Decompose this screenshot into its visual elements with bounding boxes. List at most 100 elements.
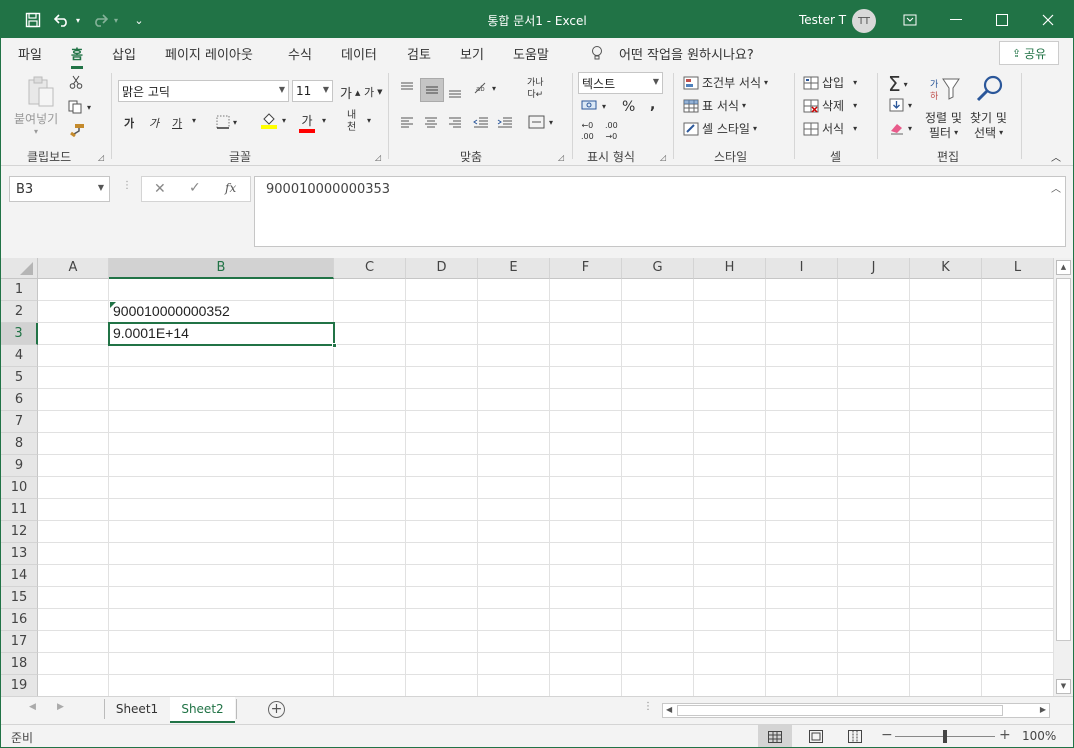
column-header-c[interactable]: C: [334, 258, 406, 279]
zoom-level[interactable]: 100%: [1022, 729, 1056, 743]
user-name[interactable]: Tester T: [799, 13, 846, 27]
row-header-12[interactable]: 12: [1, 521, 38, 543]
row-header-16[interactable]: 16: [1, 609, 38, 631]
phonetic-dropdown-icon[interactable]: ▾: [367, 116, 371, 125]
row-header-18[interactable]: 18: [1, 653, 38, 675]
align-middle-icon[interactable]: [420, 78, 444, 102]
find-select-icon[interactable]: [975, 74, 1005, 104]
row-header-3[interactable]: 3: [1, 323, 38, 345]
decrease-decimal-icon[interactable]: .00 →0: [605, 122, 618, 141]
tab-file[interactable]: 파일: [18, 44, 42, 63]
zoom-in-icon[interactable]: +: [999, 727, 1011, 743]
normal-view-icon[interactable]: [758, 725, 792, 747]
share-button[interactable]: ⇪ 공유: [999, 41, 1059, 65]
tab-formulas[interactable]: 수식: [288, 44, 312, 63]
avatar[interactable]: TT: [852, 9, 876, 33]
tab-review[interactable]: 검토: [407, 44, 431, 63]
insert-cells-button[interactable]: 삽입 ▾: [803, 74, 857, 91]
collapse-ribbon-icon[interactable]: ︿: [1051, 149, 1061, 164]
alignment-launcher-icon[interactable]: ◿: [558, 153, 564, 162]
row-header-7[interactable]: 7: [1, 411, 38, 433]
scroll-up-icon[interactable]: ▲: [1056, 260, 1071, 275]
insert-function-icon[interactable]: fx: [225, 181, 236, 195]
maximize-icon[interactable]: [979, 1, 1025, 38]
clipboard-launcher-icon[interactable]: ◿: [98, 153, 104, 162]
column-header-i[interactable]: I: [766, 258, 838, 279]
fill-color-dropdown-icon[interactable]: ▾: [282, 116, 286, 125]
cell-b2[interactable]: 900010000000352: [110, 301, 334, 323]
row-header-1[interactable]: 1: [1, 279, 38, 301]
conditional-formatting-button[interactable]: 조건부 서식 ▾: [683, 74, 768, 91]
horizontal-scroll-thumb[interactable]: [677, 705, 1003, 716]
font-name-select[interactable]: 맑은 고딕 ▼: [118, 80, 289, 102]
formula-bar-grip-icon[interactable]: ⋮: [122, 180, 132, 191]
number-launcher-icon[interactable]: ◿: [660, 153, 666, 162]
tab-home[interactable]: 홈: [71, 44, 83, 69]
align-top-icon[interactable]: [399, 81, 415, 95]
increase-indent-icon[interactable]: [496, 115, 514, 129]
column-header-a[interactable]: A: [38, 258, 109, 279]
name-box[interactable]: B3 ▼: [9, 176, 110, 202]
increase-decimal-icon[interactable]: ←0.00: [581, 122, 594, 141]
column-header-f[interactable]: F: [550, 258, 622, 279]
scroll-tabs-left-icon[interactable]: ◀: [29, 702, 36, 712]
column-header-g[interactable]: G: [622, 258, 694, 279]
column-header-l[interactable]: L: [982, 258, 1054, 279]
paste-dropdown-icon[interactable]: ▾: [34, 127, 38, 136]
cut-icon[interactable]: [69, 75, 83, 89]
paste-icon[interactable]: [23, 75, 57, 109]
row-header-9[interactable]: 9: [1, 455, 38, 477]
scroll-right-icon[interactable]: ▶: [1040, 705, 1046, 714]
align-bottom-icon[interactable]: [447, 85, 463, 99]
row-header-6[interactable]: 6: [1, 389, 38, 411]
decrease-indent-icon[interactable]: [472, 115, 490, 129]
font-color-dropdown-icon[interactable]: ▾: [322, 116, 326, 125]
page-layout-view-icon[interactable]: [809, 730, 823, 746]
row-header-2[interactable]: 2: [1, 301, 38, 323]
clear-icon[interactable]: ▾: [889, 121, 912, 135]
column-header-h[interactable]: H: [694, 258, 766, 279]
select-all-button[interactable]: [1, 258, 38, 279]
zoom-slider-thumb[interactable]: [943, 730, 947, 743]
border-icon[interactable]: ▾: [216, 115, 237, 129]
merge-center-icon[interactable]: ▾: [528, 115, 553, 129]
chevron-down-icon[interactable]: ▼: [98, 183, 104, 192]
font-launcher-icon[interactable]: ◿: [375, 153, 381, 162]
increase-font-icon[interactable]: 가 ▲: [340, 83, 360, 102]
horizontal-scrollbar[interactable]: ◀ ▶: [662, 703, 1050, 718]
ribbon-display-options-icon[interactable]: [887, 1, 933, 38]
cancel-icon[interactable]: ✕: [154, 181, 166, 197]
align-right-icon[interactable]: [447, 115, 463, 129]
delete-cells-button[interactable]: 삭제 ▾: [803, 97, 857, 114]
tab-insert[interactable]: 삽입: [112, 44, 136, 63]
row-header-10[interactable]: 10: [1, 477, 38, 499]
percent-icon[interactable]: %: [622, 99, 635, 115]
sheet-tab-sheet1[interactable]: Sheet1: [105, 697, 169, 721]
row-header-13[interactable]: 13: [1, 543, 38, 565]
fill-color-icon[interactable]: [261, 113, 277, 129]
underline-dropdown-icon[interactable]: ▾: [192, 116, 196, 125]
scroll-down-icon[interactable]: ▼: [1056, 679, 1071, 694]
sort-filter-button[interactable]: 필터 ▾: [929, 124, 958, 141]
enter-icon[interactable]: ✓: [189, 180, 201, 196]
row-header-11[interactable]: 11: [1, 499, 38, 521]
tab-help[interactable]: 도움말: [513, 44, 549, 63]
add-sheet-icon[interactable]: +: [268, 701, 285, 718]
font-size-select[interactable]: 11 ▼: [292, 80, 333, 102]
row-header-19[interactable]: 19: [1, 675, 38, 696]
page-break-view-icon[interactable]: [848, 730, 862, 746]
row-header-17[interactable]: 17: [1, 631, 38, 653]
align-left-icon[interactable]: [399, 115, 415, 129]
autosum-icon[interactable]: Σ ▾: [888, 72, 908, 96]
fill-handle[interactable]: [332, 343, 337, 348]
copy-icon[interactable]: ▾: [68, 100, 91, 114]
sort-filter-icon[interactable]: 가하: [929, 75, 961, 103]
worksheet-grid[interactable]: ABCDEFGHIJKL 1 2 3 4 5 6 7 8 9 10 11 12 13 14 15 16 17 18…: [1, 258, 1054, 696]
number-format-select[interactable]: 텍스트 ▼: [578, 72, 663, 94]
row-header-14[interactable]: 14: [1, 565, 38, 587]
row-header-8[interactable]: 8: [1, 433, 38, 455]
italic-button[interactable]: 가: [149, 115, 159, 131]
row-header-15[interactable]: 15: [1, 587, 38, 609]
minimize-icon[interactable]: [933, 1, 979, 38]
column-header-d[interactable]: D: [406, 258, 478, 279]
